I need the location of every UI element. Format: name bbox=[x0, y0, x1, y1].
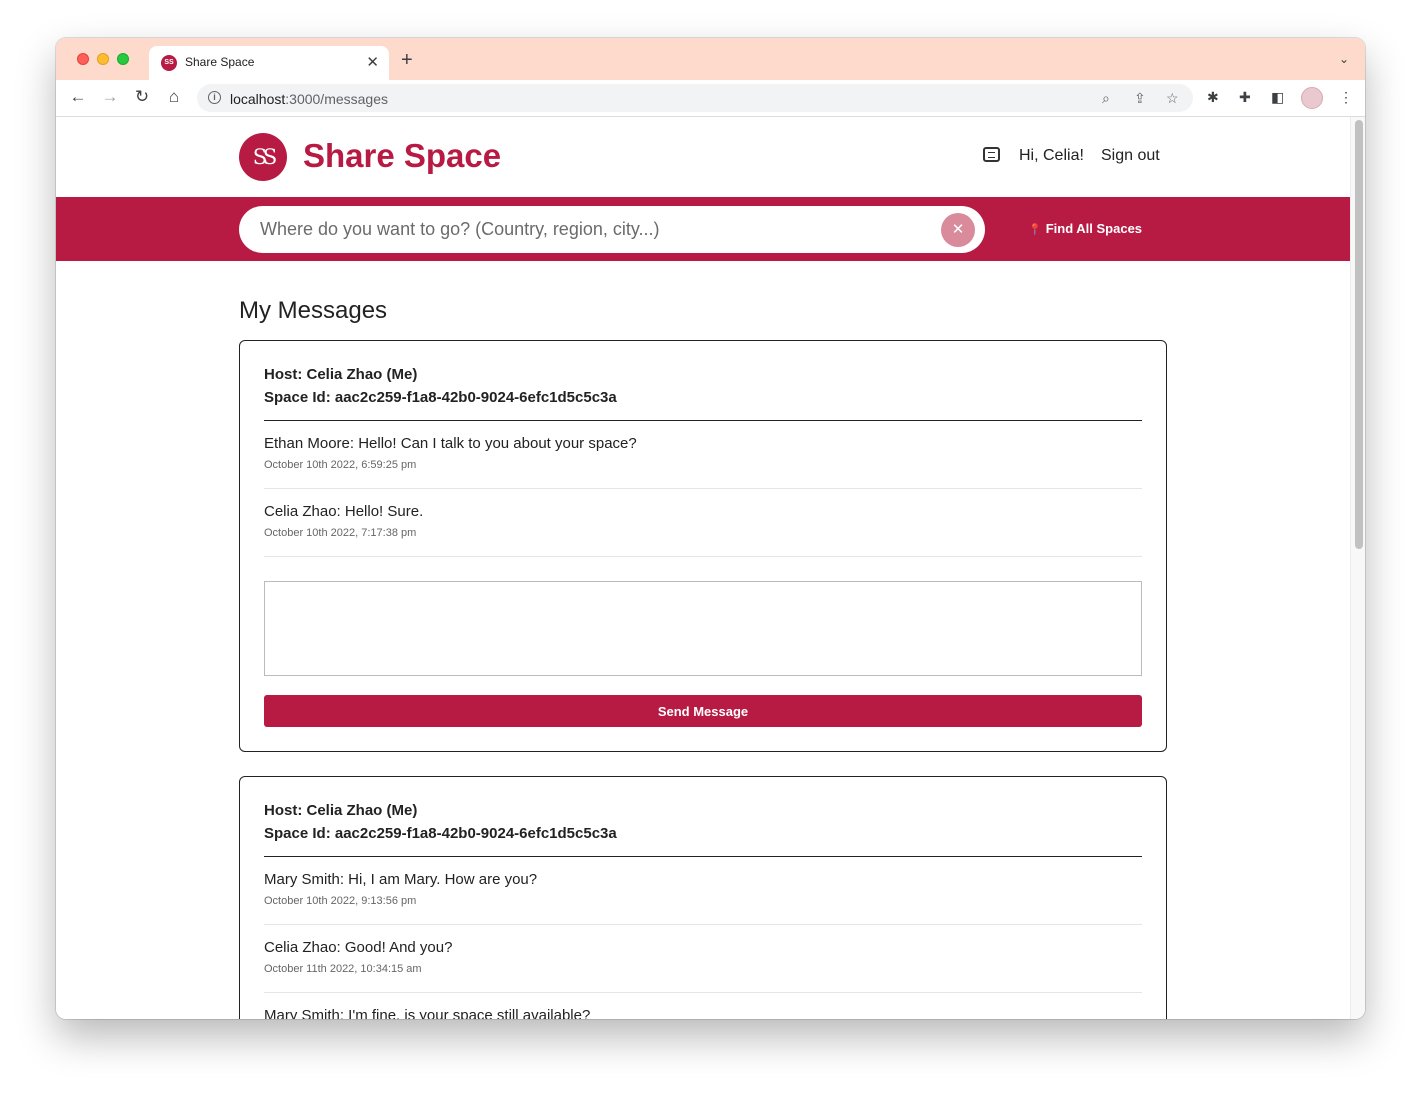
map-pin-icon: 📍 bbox=[1028, 224, 1042, 236]
scrollbar-thumb[interactable] bbox=[1355, 120, 1363, 549]
user-greeting[interactable]: Hi, Celia! bbox=[1019, 147, 1084, 165]
search-band: ✕ 📍Find All Spaces bbox=[56, 197, 1350, 261]
bookmark-star-icon[interactable]: ☆ bbox=[1166, 90, 1179, 107]
message-item: Celia Zhao: Hello! Sure. October 10th 20… bbox=[264, 489, 1142, 557]
message-item: Ethan Moore: Hello! Can I talk to you ab… bbox=[264, 421, 1142, 489]
browser-toolbar: ← → ↻ ⌂ i localhost:3000/messages ⌕ ⇪ ☆ … bbox=[56, 80, 1365, 117]
page-title: My Messages bbox=[239, 297, 388, 324]
extensions-icon[interactable]: ✚ bbox=[1239, 89, 1251, 106]
message-text: Mary Smith: Hi, I am Mary. How are you? bbox=[264, 871, 538, 888]
browser-window: SS Share Space ✕ + ⌄ ← → ↻ ⌂ i localhost… bbox=[56, 38, 1365, 1019]
maximize-window-button[interactable] bbox=[117, 53, 129, 65]
forward-icon[interactable]: → bbox=[100, 87, 120, 107]
thread-header: Host: Celia Zhao (Me) Space Id: aac2c259… bbox=[264, 799, 617, 845]
more-menu-icon[interactable]: ⋮ bbox=[1339, 89, 1353, 106]
profile-avatar[interactable] bbox=[1301, 87, 1323, 109]
message-timestamp: October 11th 2022, 10:34:15 am bbox=[264, 963, 422, 975]
logo-icon[interactable]: SS bbox=[239, 133, 287, 181]
site-info-icon[interactable]: i bbox=[208, 91, 221, 104]
thread-host: Host: Celia Zhao (Me) bbox=[264, 366, 418, 383]
message-text: Celia Zhao: Good! And you? bbox=[264, 939, 453, 956]
minimize-window-button[interactable] bbox=[97, 53, 109, 65]
zoom-icon[interactable]: ⌕ bbox=[1102, 90, 1110, 107]
message-text: Mary Smith: I'm fine, is your space stil… bbox=[264, 1007, 591, 1019]
url-host: localhost bbox=[230, 91, 286, 107]
message-timestamp: October 10th 2022, 6:59:25 pm bbox=[264, 459, 417, 471]
thread-host: Host: Celia Zhao (Me) bbox=[264, 802, 418, 819]
message-timestamp: October 10th 2022, 9:13:56 pm bbox=[264, 895, 417, 907]
send-message-button[interactable]: Send Message bbox=[264, 695, 1142, 727]
find-all-label: Find All Spaces bbox=[1045, 221, 1143, 236]
site-logo-text[interactable]: Share Space bbox=[303, 137, 501, 175]
back-icon[interactable]: ← bbox=[68, 87, 88, 107]
message-item: Mary Smith: I'm fine, is your space stil… bbox=[264, 993, 1142, 1019]
message-timestamp: October 10th 2022, 7:17:38 pm bbox=[264, 527, 417, 539]
chevron-down-icon[interactable]: ⌄ bbox=[1339, 52, 1349, 66]
url-path: :3000/messages bbox=[285, 91, 388, 107]
message-text: Ethan Moore: Hello! Can I talk to you ab… bbox=[264, 435, 637, 452]
message-item: Celia Zhao: Good! And you? October 11th … bbox=[264, 925, 1142, 993]
new-tab-icon[interactable]: + bbox=[401, 49, 413, 72]
tab-title: Share Space bbox=[185, 55, 255, 69]
messages-icon[interactable] bbox=[983, 147, 1000, 162]
browser-titlebar: SS Share Space ✕ + ⌄ bbox=[56, 38, 1365, 80]
address-bar[interactable]: i localhost:3000/messages ⌕ ⇪ ☆ bbox=[197, 84, 1193, 112]
close-window-button[interactable] bbox=[77, 53, 89, 65]
reload-icon[interactable]: ↻ bbox=[132, 87, 152, 107]
bug-icon[interactable]: ✱ bbox=[1207, 89, 1219, 106]
home-icon[interactable]: ⌂ bbox=[164, 87, 184, 107]
favicon-icon: SS bbox=[161, 55, 177, 71]
message-thread-card: Host: Celia Zhao (Me) Space Id: aac2c259… bbox=[239, 776, 1167, 1019]
site-header: SS Share Space Hi, Celia! Sign out bbox=[56, 117, 1350, 197]
thread-space-id: Space Id: aac2c259-f1a8-42b0-9024-6efc1d… bbox=[264, 389, 617, 406]
message-text: Celia Zhao: Hello! Sure. bbox=[264, 503, 424, 520]
sidepanel-icon[interactable]: ◧ bbox=[1271, 89, 1284, 106]
browser-tab[interactable]: SS Share Space ✕ bbox=[149, 46, 389, 80]
clear-search-icon[interactable]: ✕ bbox=[941, 213, 975, 247]
page-scrollbar[interactable] bbox=[1350, 117, 1365, 1019]
url-text: localhost:3000/messages bbox=[230, 91, 388, 107]
thread-space-id: Space Id: aac2c259-f1a8-42b0-9024-6efc1d… bbox=[264, 825, 617, 842]
reply-textarea[interactable] bbox=[264, 581, 1142, 676]
search-input[interactable] bbox=[239, 206, 985, 253]
find-all-spaces-link[interactable]: 📍 Find All Spaces bbox=[1028, 221, 1142, 236]
share-icon[interactable]: ⇪ bbox=[1134, 90, 1146, 107]
thread-header: Host: Celia Zhao (Me) Space Id: aac2c259… bbox=[264, 363, 617, 409]
page-viewport: SS Share Space Hi, Celia! Sign out ✕ 📍Fi… bbox=[56, 117, 1350, 1019]
message-thread-card: Host: Celia Zhao (Me) Space Id: aac2c259… bbox=[239, 340, 1167, 752]
close-tab-icon[interactable]: ✕ bbox=[366, 53, 379, 71]
sign-out-link[interactable]: Sign out bbox=[1101, 147, 1160, 165]
message-item: Mary Smith: Hi, I am Mary. How are you? … bbox=[264, 857, 1142, 925]
